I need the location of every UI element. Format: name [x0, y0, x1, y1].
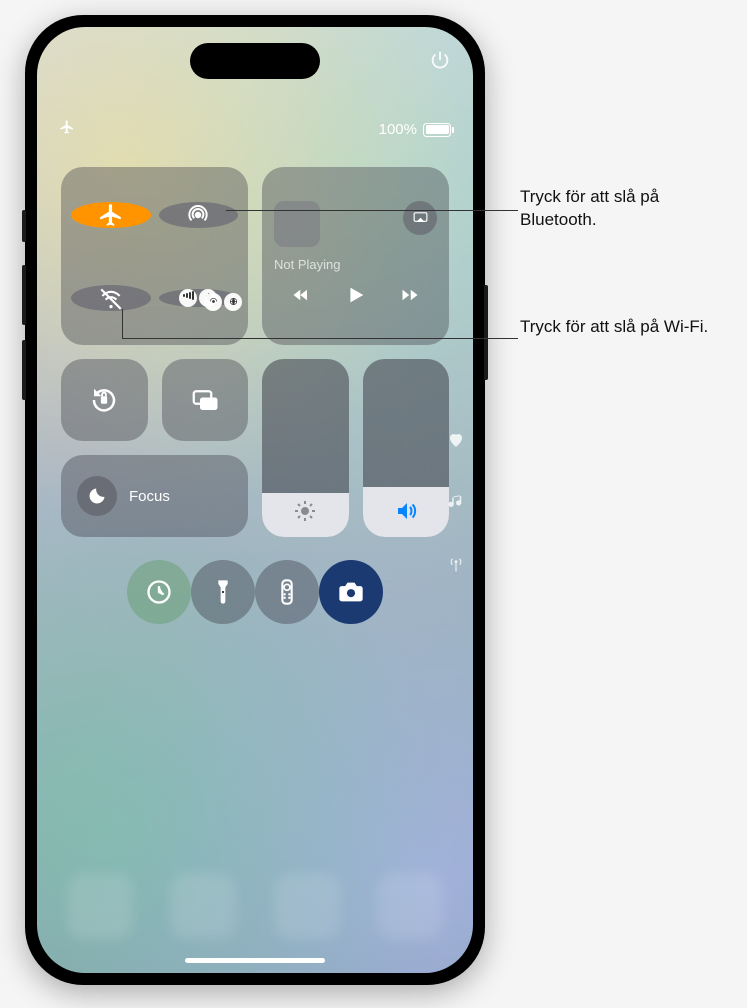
control-center-page-indicators[interactable] [447, 431, 465, 573]
apple-tv-remote-button[interactable] [255, 560, 319, 624]
callout-wifi-text: Tryck för att slå på Wi-Fi. [520, 317, 708, 336]
screen-mirror-icon [190, 385, 220, 415]
volume-up-button[interactable] [22, 265, 26, 325]
focus-label: Focus [129, 488, 170, 505]
connectivity-group[interactable] [61, 167, 248, 345]
timer-button[interactable] [127, 560, 191, 624]
screen: 100% [37, 27, 473, 973]
camera-icon [337, 578, 365, 606]
dynamic-island [190, 43, 320, 79]
side-button[interactable] [484, 285, 488, 380]
airplay-button[interactable] [403, 201, 437, 235]
dock-blur [67, 873, 443, 939]
orientation-lock-icon [89, 385, 119, 415]
battery-icon [423, 123, 451, 137]
focus-button[interactable]: Focus [61, 455, 248, 537]
do-not-disturb-icon [87, 486, 107, 506]
cellular-bluetooth-toggle[interactable] [159, 289, 239, 307]
camera-button[interactable] [319, 560, 383, 624]
hotspot-icon [204, 293, 222, 311]
remote-icon [273, 578, 301, 606]
flashlight-button[interactable] [191, 560, 255, 624]
shortcuts-row [61, 551, 449, 633]
airplane-icon [98, 202, 124, 228]
iphone-frame: 100% [25, 15, 485, 985]
rewind-icon [290, 286, 312, 304]
battery-status: 100% [379, 121, 451, 138]
flashlight-icon [209, 578, 237, 606]
brightness-slider[interactable] [262, 359, 349, 537]
volume-icon [394, 499, 418, 523]
control-center: Not Playing [61, 167, 449, 633]
volume-down-button[interactable] [22, 340, 26, 400]
airplane-mode-toggle[interactable] [71, 202, 151, 228]
volume-slider[interactable] [363, 359, 450, 537]
home-indicator[interactable] [185, 958, 325, 963]
timer-icon [145, 578, 173, 606]
brightness-icon [293, 499, 317, 523]
airplane-mode-status-icon [59, 119, 75, 140]
play-icon [344, 284, 366, 306]
callout-bluetooth-text: Tryck för att slå på Bluetooth. [520, 187, 659, 229]
play-button[interactable] [344, 284, 366, 311]
heart-icon [447, 431, 465, 449]
power-button[interactable] [429, 49, 451, 76]
media-title: Not Playing [274, 257, 437, 272]
power-icon [429, 49, 451, 71]
media-controls[interactable]: Not Playing [262, 167, 449, 345]
forward-button[interactable] [399, 286, 421, 309]
music-note-icon [447, 493, 465, 511]
satellite-icon [224, 293, 242, 311]
action-button[interactable] [22, 210, 26, 242]
airdrop-icon [185, 202, 211, 228]
cellular-icon [179, 289, 197, 307]
airdrop-toggle[interactable] [159, 202, 239, 228]
album-art-placeholder [274, 201, 320, 247]
callout-bluetooth: Tryck för att slå på Bluetooth. [520, 186, 730, 232]
battery-percentage: 100% [379, 121, 417, 138]
wifi-off-icon [98, 285, 124, 311]
orientation-lock-toggle[interactable] [61, 359, 148, 441]
screen-mirroring-button[interactable] [162, 359, 249, 441]
rewind-button[interactable] [290, 286, 312, 309]
status-bar: 100% [59, 119, 451, 140]
airplay-icon [412, 210, 429, 227]
callout-wifi: Tryck för att slå på Wi-Fi. [520, 316, 730, 339]
forward-icon [399, 286, 421, 304]
wifi-toggle[interactable] [71, 285, 151, 311]
antenna-icon [447, 555, 465, 573]
